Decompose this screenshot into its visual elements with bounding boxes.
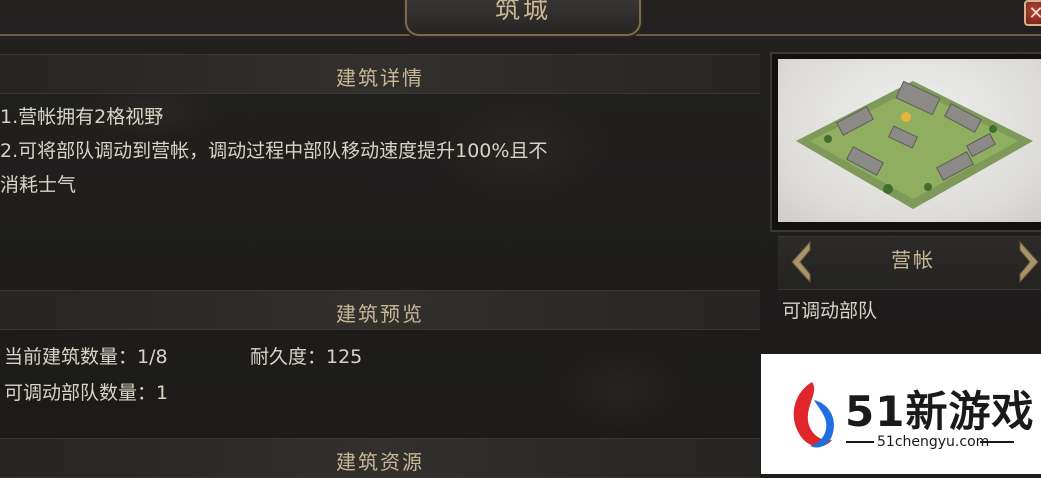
chevron-left-icon[interactable] [786, 238, 816, 286]
section-preview-header: 建筑预览 [0, 290, 760, 330]
building-image [778, 59, 1041, 222]
details-line-2: 2.可将部队调动到营帐，调动过程中部队移动速度提升100%且不 [0, 140, 548, 162]
details-line-3: 消耗士气 [0, 174, 77, 196]
section-resources-header: 建筑资源 [0, 438, 760, 478]
watermark-rule-right [980, 441, 1014, 443]
chevron-right-icon[interactable] [1014, 238, 1041, 286]
title-plate: 筑城 [405, 0, 641, 36]
building-caption: 可调动部队 [782, 300, 878, 322]
building-count: 当前建筑数量：1/8 [4, 346, 168, 368]
watermark-rule-left [846, 441, 874, 443]
camp-illustration [796, 80, 1033, 209]
section-resources-title: 建筑资源 [336, 450, 424, 474]
durability-value: 耐久度：125 [250, 346, 363, 368]
watermark-url: 51chengyu.com [877, 434, 990, 450]
details-line-1: 1.营帐拥有2格视野 [0, 106, 164, 128]
page-title: 筑城 [494, 0, 551, 24]
watermark-brand: 51新游戏 [845, 387, 1035, 436]
watermark-logo [793, 382, 834, 448]
section-details-title: 建筑详情 [336, 66, 424, 90]
title-bar: 筑城 ✕ [0, 0, 1041, 42]
section-preview-title: 建筑预览 [336, 302, 424, 326]
section-details-header: 建筑详情 [0, 54, 760, 94]
troop-capacity: 可调动部队数量：1 [4, 382, 169, 404]
close-icon[interactable]: ✕ [1024, 0, 1041, 26]
building-name: 营帐 [891, 248, 935, 272]
